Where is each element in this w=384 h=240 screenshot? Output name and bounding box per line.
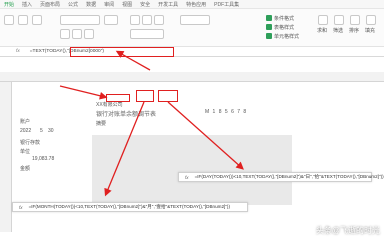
formula-highlight-box [70, 47, 174, 57]
month-cell: 5 [40, 128, 43, 134]
tab-page-layout[interactable]: 页面布局 [40, 1, 60, 8]
company-name: XX有限公司 [96, 102, 123, 108]
tab-features[interactable]: 特色应用 [186, 1, 206, 8]
align-right-icon[interactable] [154, 15, 164, 25]
table-style-label: 表格样式 [274, 25, 295, 31]
fill-icon[interactable] [366, 15, 376, 25]
sum-label: 求和 [317, 28, 328, 34]
align-center-icon[interactable] [142, 15, 152, 25]
tab-data[interactable]: 数据 [86, 1, 96, 8]
tab-pdf-tools[interactable]: PDF工具集 [214, 1, 239, 8]
year-cell: 2022 [20, 128, 32, 134]
day-highlight-box [158, 90, 178, 102]
right-code: M 1 8 5 6 7 8 [205, 109, 248, 115]
arrow-to-year-box [59, 85, 108, 100]
format-painter-icon[interactable] [32, 15, 42, 25]
ribbon-tab-strip: 开始 插入 页面布局 公式 数据 审阅 视图 安全 开发工具 特色应用 PDF工… [0, 0, 384, 9]
day-formula-text: =IF(DAY(TODAY())<10,TEXT(TODAY(),"[DBnum… [194, 174, 384, 179]
merge-center-button[interactable] [130, 29, 164, 39]
filter-label: 筛选 [333, 28, 344, 34]
paste-icon[interactable] [4, 15, 14, 25]
left-label-amount: 金额 [20, 166, 31, 172]
gray-background-area [92, 135, 292, 205]
fill-label: 填充 [365, 28, 376, 34]
number-format-select[interactable] [180, 15, 210, 25]
left-label-account: 账户 [20, 119, 31, 125]
summary-label: 摘要 [96, 121, 107, 127]
left-label-unit: 单位 [20, 149, 31, 155]
ribbon: 条件格式 表格样式 单元格样式 求和 筛选 排序 填充 [0, 9, 384, 47]
amount-cell: 19,083.78 [32, 156, 55, 162]
table-style-icon[interactable] [266, 24, 272, 30]
cell-style-label: 单元格样式 [274, 34, 300, 40]
tab-view[interactable]: 视图 [122, 1, 132, 8]
fx-icon: fx [16, 49, 20, 54]
tab-security[interactable]: 安全 [140, 1, 150, 8]
cell-style-icon[interactable] [266, 33, 272, 39]
sort-label: 排序 [349, 28, 360, 34]
row-header [0, 82, 12, 232]
month-highlight-box [136, 90, 154, 102]
month-formula-popup: fx =IF(MONTH(TODAY())<10,TEXT(TODAY(),"[… [12, 202, 248, 212]
year-highlight-box [106, 94, 130, 102]
font-select[interactable] [60, 15, 100, 25]
column-header [0, 72, 384, 82]
sum-icon[interactable] [318, 15, 328, 25]
tab-home[interactable]: 开始 [4, 1, 14, 8]
bold-icon[interactable] [60, 29, 70, 39]
tab-insert[interactable]: 插入 [22, 1, 32, 8]
underline-icon[interactable] [84, 29, 94, 39]
sort-icon[interactable] [350, 15, 360, 25]
watermark: 头条@飞逝的时光 [315, 226, 380, 235]
day-formula-popup: fx =IF(DAY(TODAY())<10,TEXT(TODAY(),"[DB… [178, 172, 384, 182]
formula-bar[interactable]: fx =TEXT(TODAY(),"[DBnum2]0000") [0, 47, 384, 57]
italic-icon[interactable] [72, 29, 82, 39]
conditional-format-label: 条件格式 [274, 16, 295, 22]
sheet-title: 银行对账单余额调节表 [96, 112, 157, 118]
cut-icon[interactable] [18, 15, 28, 25]
fx-icon: fx [185, 174, 189, 180]
filter-icon[interactable] [334, 15, 344, 25]
tab-review[interactable]: 审阅 [104, 1, 114, 8]
month-formula-text: =IF(MONTH(TODAY())<10,TEXT(TODAY(),"[DBn… [28, 204, 230, 209]
tab-formulas[interactable]: 公式 [68, 1, 78, 8]
font-size-select[interactable] [104, 15, 118, 25]
fx-icon: fx [19, 204, 23, 210]
align-left-icon[interactable] [130, 15, 140, 25]
day-cell: 30 [48, 128, 54, 134]
bank-label: 银行存款 [20, 140, 41, 146]
tab-developer[interactable]: 开发工具 [158, 1, 178, 8]
conditional-format-icon[interactable] [266, 15, 272, 21]
